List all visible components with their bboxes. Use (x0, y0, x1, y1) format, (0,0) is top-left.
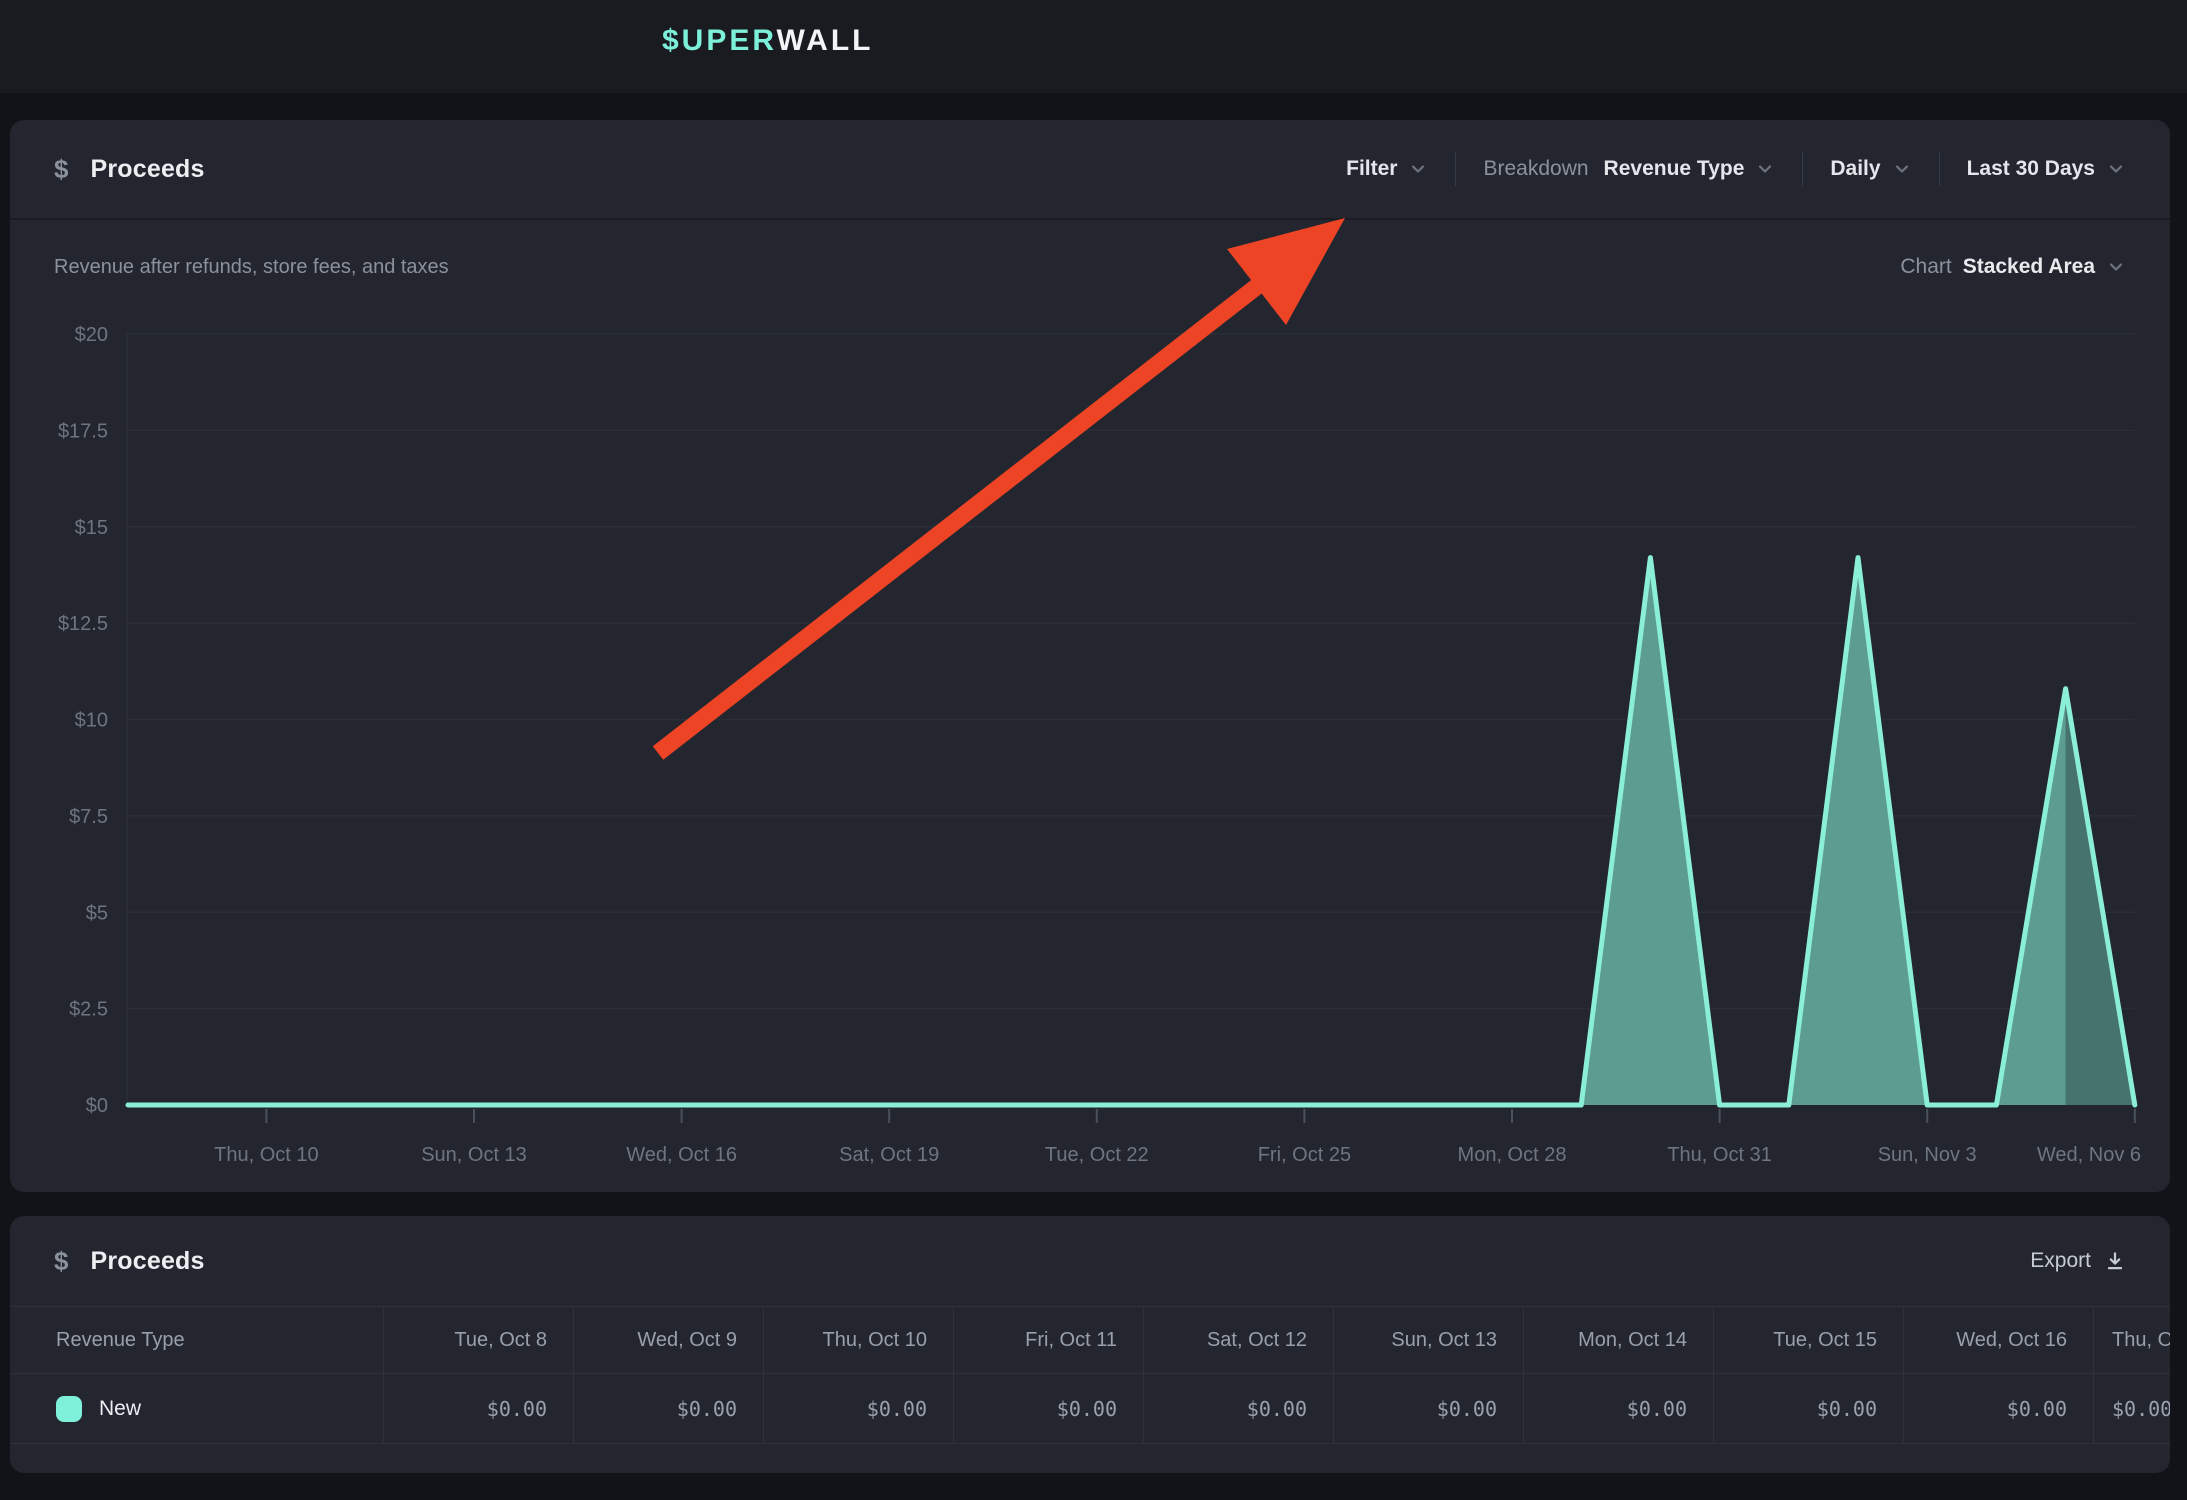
value-cell: $0.00 (383, 1374, 573, 1443)
svg-text:$2.5: $2.5 (69, 999, 108, 1021)
chart-subtitle: Revenue after refunds, store fees, and t… (54, 256, 449, 279)
proceeds-chart-card: $ Proceeds Filter Breakdown Revenue Type… (10, 120, 2170, 1192)
app-logo-accent: $UPER (662, 24, 777, 57)
svg-text:Mon, Oct 28: Mon, Oct 28 (1458, 1144, 1567, 1166)
svg-text:Thu, Oct 10: Thu, Oct 10 (214, 1144, 319, 1166)
chart-area-series-new (128, 558, 2135, 1105)
chart-type-label: Chart (1900, 255, 1951, 279)
column-header-date: Sat, Oct 12 (1143, 1307, 1333, 1373)
proceeds-table[interactable]: Revenue Type Tue, Oct 8 Wed, Oct 9 Thu, … (10, 1306, 2170, 1444)
column-header-date: Tue, Oct 8 (383, 1307, 573, 1373)
column-header-date: Wed, Oct 9 (573, 1307, 763, 1373)
svg-text:Wed, Oct 16: Wed, Oct 16 (626, 1144, 737, 1166)
export-label: Export (2030, 1249, 2091, 1273)
chart-controls: Filter Breakdown Revenue Type Daily Last… (1346, 152, 2126, 186)
proceeds-table-card: $ Proceeds Export Revenue Type Tue, Oct … (10, 1216, 2170, 1473)
svg-text:Sat, Oct 19: Sat, Oct 19 (839, 1144, 939, 1166)
app-logo[interactable]: $UPERWALL (662, 26, 873, 56)
svg-text:$10: $10 (75, 710, 108, 732)
value-cell: $0.00 (763, 1374, 953, 1443)
download-icon (2104, 1250, 2126, 1272)
app-logo-rest: WALL (777, 24, 874, 57)
value-cell: $0.00 (1523, 1374, 1713, 1443)
column-header-revenue-type: Revenue Type (10, 1307, 383, 1373)
chevron-down-icon (2106, 257, 2126, 277)
divider (1802, 152, 1803, 186)
svg-text:$20: $20 (75, 324, 108, 346)
svg-text:$0: $0 (86, 1095, 108, 1117)
column-header-date: Wed, Oct 16 (1903, 1307, 2093, 1373)
date-range-select[interactable]: Last 30 Days (1967, 157, 2126, 181)
stacked-area-chart[interactable]: $0 $2.5 $5 $7.5 $10 $12.5 $15 $17.5 $20 Thu, Oct… (10, 315, 2170, 1175)
chart-subheader: Revenue after refunds, store fees, and t… (10, 244, 2170, 290)
chevron-down-icon (1755, 159, 1775, 179)
value-cell-clipped: $0.00 (2093, 1374, 2170, 1443)
breakdown-select[interactable]: Breakdown Revenue Type (1483, 157, 1775, 181)
dollar-icon: $ (54, 1246, 68, 1277)
page-title: Proceeds (90, 155, 204, 184)
value-cell: $0.00 (1143, 1374, 1333, 1443)
chevron-down-icon (1892, 159, 1912, 179)
svg-text:$12.5: $12.5 (58, 613, 108, 635)
svg-text:Sun, Oct 13: Sun, Oct 13 (421, 1144, 527, 1166)
breakdown-value: Revenue Type (1604, 157, 1745, 181)
svg-text:Tue, Oct 22: Tue, Oct 22 (1045, 1144, 1149, 1166)
chart-type-select[interactable]: Chart Stacked Area (1900, 255, 2126, 279)
column-header-date: Thu, Oct 10 (763, 1307, 953, 1373)
value-cell: $0.00 (1713, 1374, 1903, 1443)
top-bar: $UPERWALL (0, 0, 2187, 93)
dollar-icon: $ (54, 154, 68, 185)
chart-card-header: $ Proceeds Filter Breakdown Revenue Type… (10, 120, 2170, 220)
chart-axis: Thu, Oct 10 Sun, Oct 13 Wed, Oct 16 Sat, Oc… (214, 1109, 2141, 1166)
legend-swatch-new (56, 1396, 82, 1422)
value-cell: $0.00 (573, 1374, 763, 1443)
svg-text:$5: $5 (86, 902, 108, 924)
svg-text:$17.5: $17.5 (58, 420, 108, 442)
column-header-date: Tue, Oct 15 (1713, 1307, 1903, 1373)
export-button[interactable]: Export (2030, 1249, 2126, 1273)
row-label: New (99, 1397, 141, 1421)
value-cell: $0.00 (1903, 1374, 2093, 1443)
breakdown-label: Breakdown (1483, 157, 1588, 181)
value-cell: $0.00 (953, 1374, 1143, 1443)
interval-select[interactable]: Daily (1830, 157, 1911, 181)
column-header-date: Mon, Oct 14 (1523, 1307, 1713, 1373)
svg-text:Wed, Nov 6: Wed, Nov 6 (2037, 1144, 2141, 1166)
svg-text:Sun, Nov 3: Sun, Nov 3 (1878, 1144, 1977, 1166)
chart-type-value: Stacked Area (1963, 255, 2095, 279)
column-header-date: Fri, Oct 11 (953, 1307, 1143, 1373)
svg-text:$15: $15 (75, 517, 108, 539)
table-card-header: $ Proceeds Export (10, 1216, 2170, 1306)
column-header-date: Sun, Oct 13 (1333, 1307, 1523, 1373)
interval-value: Daily (1830, 157, 1880, 181)
value-cell: $0.00 (1333, 1374, 1523, 1443)
filter-label: Filter (1346, 157, 1397, 181)
svg-text:Thu, Oct 31: Thu, Oct 31 (1667, 1144, 1772, 1166)
filter-button[interactable]: Filter (1346, 157, 1428, 181)
table-header-row: Revenue Type Tue, Oct 8 Wed, Oct 9 Thu, … (10, 1306, 2170, 1374)
chevron-down-icon (2106, 159, 2126, 179)
svg-text:$7.5: $7.5 (69, 806, 108, 828)
column-header-date-clipped: Thu, Oct 17 (2093, 1307, 2170, 1373)
svg-text:Fri, Oct 25: Fri, Oct 25 (1258, 1144, 1351, 1166)
divider (1455, 152, 1456, 186)
divider (1939, 152, 1940, 186)
chevron-down-icon (1408, 159, 1428, 179)
table-row: New $0.00 $0.00 $0.00 $0.00 $0.00 $0.00 … (10, 1374, 2170, 1444)
row-label-cell: New (10, 1374, 383, 1443)
table-title: Proceeds (90, 1247, 204, 1276)
date-range-value: Last 30 Days (1967, 157, 2095, 181)
